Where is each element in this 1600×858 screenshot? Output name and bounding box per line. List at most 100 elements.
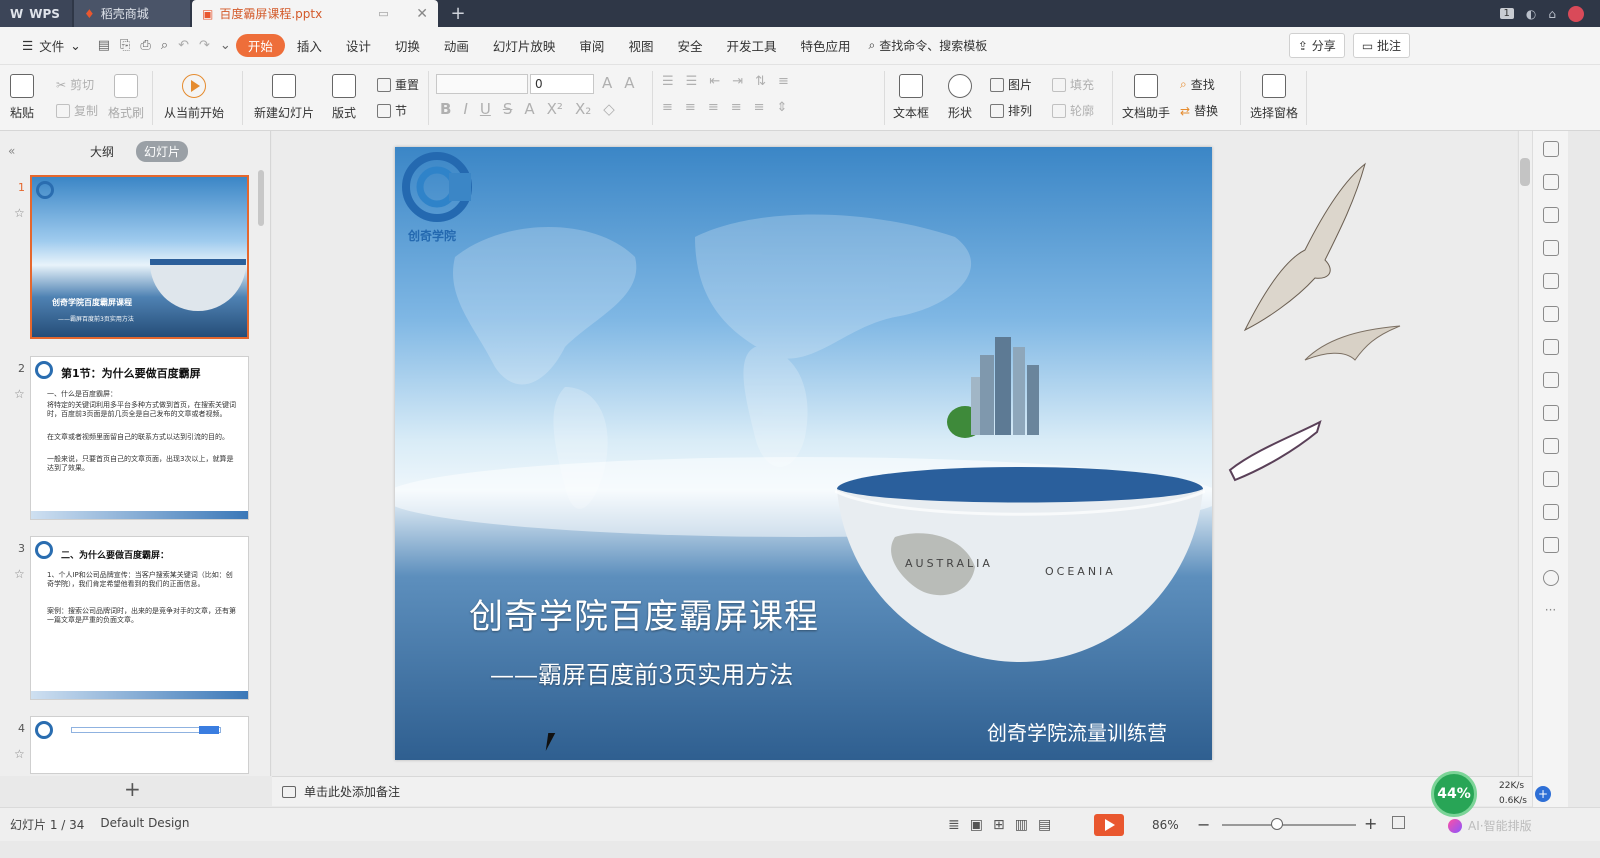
share-out-icon[interactable]	[1542, 372, 1559, 388]
slide-subtitle[interactable]: ——霸屏百度前3页实用方法	[490, 655, 793, 690]
audio-icon[interactable]	[1542, 471, 1559, 487]
justify-icon[interactable]: ≡	[731, 100, 742, 115]
print-icon[interactable]: ⎙	[135, 38, 155, 53]
grid-icon[interactable]	[1542, 273, 1559, 289]
save-icon[interactable]: ▤	[93, 38, 115, 53]
grow-font-icon[interactable]: A	[602, 74, 612, 92]
tab-security[interactable]: 安全	[665, 36, 714, 55]
slide-thumbnail-1[interactable]: 创奇学院百度霸屏课程 ——霸屏百度前3页实用方法	[30, 175, 249, 339]
tab-insert[interactable]: 插入	[285, 36, 334, 55]
star-icon[interactable]: ☆	[14, 387, 25, 401]
avatar[interactable]	[1568, 5, 1584, 22]
font-family-select[interactable]	[436, 74, 528, 94]
help-icon[interactable]	[1542, 570, 1559, 586]
tab-developer[interactable]: 开发工具	[714, 36, 788, 55]
slide-footer-text[interactable]: 创奇学院流量训练营	[987, 717, 1167, 746]
tab-wps-home[interactable]: W WPS	[0, 0, 72, 27]
notes-view-icon[interactable]: ≣	[948, 817, 960, 833]
arrange-button[interactable]: 排列	[990, 102, 1032, 119]
section-button[interactable]: 节	[377, 102, 407, 119]
notes-bar[interactable]: 单击此处添加备注	[272, 776, 1532, 806]
bullet-list-icon[interactable]: ☰	[662, 74, 674, 89]
seagulls-ship-image[interactable]	[1225, 150, 1425, 490]
star-icon[interactable]: ☆	[14, 206, 25, 220]
tab-document[interactable]: ▣ 百度霸屏课程.pptx ▭ ✕	[192, 0, 438, 27]
cut-button[interactable]: ✂ 剪切	[56, 76, 94, 93]
align-right-icon[interactable]: ≡	[708, 100, 719, 115]
reset-button[interactable]: 重置	[377, 76, 419, 93]
presenter-view-icon[interactable]: ▤	[1038, 817, 1051, 833]
italic-icon[interactable]: I	[463, 100, 467, 118]
slide-title[interactable]: 创奇学院百度霸屏课程	[469, 589, 819, 638]
underline-icon[interactable]: U	[480, 100, 491, 118]
copy-button[interactable]: 复制	[56, 102, 98, 119]
settings-icon[interactable]	[1542, 306, 1559, 322]
tab-home[interactable]: 开始	[235, 34, 285, 57]
tab-features[interactable]: 特色应用	[788, 36, 862, 55]
slide-thumbnail-2[interactable]: 第1节：为什么要做百度霸屏 一、什么是百度霸屏： 将特定的关键词利用多平台多种方…	[30, 356, 249, 520]
textbox-button[interactable]: 文本框	[893, 74, 929, 121]
template-icon[interactable]	[1542, 339, 1559, 355]
current-slide[interactable]: 创奇学院 AUSTRALIA OCEANIA 创奇学院百度霸屏课程 ——霸屏百度…	[395, 147, 1212, 760]
thumbnail-scrollbar[interactable]	[258, 170, 264, 226]
align-left-icon[interactable]: ≡	[662, 100, 673, 115]
customize-icon[interactable]: ⌄	[215, 38, 236, 53]
decrease-indent-icon[interactable]: ⇤	[709, 74, 720, 89]
boost-icon[interactable]: +	[1535, 786, 1551, 802]
superscript-icon[interactable]: X²	[547, 100, 563, 118]
pin-icon[interactable]: ▭	[378, 7, 388, 20]
export-icon[interactable]: ⎘	[115, 38, 135, 53]
cloud-icon[interactable]: ⌂	[1548, 7, 1556, 21]
canvas-vertical-scrollbar[interactable]	[1518, 131, 1532, 776]
increase-indent-icon[interactable]: ⇥	[732, 74, 743, 89]
zoom-level[interactable]: 86%	[1152, 818, 1179, 832]
subscript-icon[interactable]: X₂	[575, 100, 591, 118]
tab-animations[interactable]: 动画	[432, 36, 481, 55]
outline-button[interactable]: 轮廓	[1052, 102, 1094, 119]
command-search[interactable]: ⌕ 查找命令、搜索模板	[869, 37, 988, 54]
share-button[interactable]: ⇪ 分享	[1288, 33, 1345, 58]
zoom-in-button[interactable]: +	[1364, 814, 1377, 833]
canvas-scroll-thumb[interactable]	[1520, 158, 1530, 186]
line-spacing-icon[interactable]: ≡	[778, 74, 789, 89]
font-color-icon[interactable]: A	[524, 100, 534, 118]
slide-thumbnail-3[interactable]: 二、为什么要做百度霸屏： 1、个人IP和公司品牌宣传：当客户搜索某关键词（比如：…	[30, 536, 249, 700]
slide-thumbnail-4[interactable]	[30, 716, 249, 774]
fill-button[interactable]: 填充	[1052, 76, 1094, 93]
format-painter-button[interactable]: 格式刷	[108, 74, 144, 121]
skin-icon[interactable]: ◐	[1526, 7, 1536, 21]
font-size-input[interactable]: 0	[530, 74, 594, 94]
tab-design[interactable]: 设计	[334, 36, 383, 55]
paste-button[interactable]: 粘贴	[10, 74, 34, 121]
animation-icon[interactable]	[1542, 504, 1559, 520]
bold-icon[interactable]: B	[440, 100, 451, 118]
find-button[interactable]: ⌕ 查找	[1180, 76, 1215, 93]
strikethrough-icon[interactable]: S	[503, 100, 513, 118]
replace-button[interactable]: ⇄ 替换	[1180, 102, 1218, 119]
collapse-panel-icon[interactable]: «	[8, 144, 15, 158]
more-icon[interactable]: ···	[1545, 603, 1556, 617]
outline-tab[interactable]: 大纲	[82, 141, 122, 162]
new-tab-button[interactable]: +	[438, 0, 478, 27]
style-icon[interactable]	[1542, 174, 1559, 190]
add-slide-button[interactable]: +	[124, 777, 141, 801]
doc-assistant-button[interactable]: 文档助手	[1122, 74, 1170, 121]
theme-name[interactable]: Default Design	[100, 816, 189, 833]
normal-view-icon[interactable]: ▣	[970, 817, 983, 833]
fit-window-icon[interactable]	[1392, 816, 1405, 829]
close-tab-icon[interactable]: ✕	[416, 6, 428, 22]
distribute-icon[interactable]: ≡	[754, 100, 765, 115]
redo-icon[interactable]: ↷	[194, 38, 215, 53]
tab-slideshow[interactable]: 幻灯片放映	[481, 36, 568, 55]
print-preview-icon[interactable]: ⌕	[156, 38, 173, 53]
play-from-current-button[interactable]: 从当前开始	[164, 74, 224, 121]
backup-icon[interactable]	[1542, 405, 1559, 421]
new-slide-button[interactable]: 新建幻灯片	[254, 74, 314, 121]
tab-transitions[interactable]: 切换	[383, 36, 432, 55]
align-center-icon[interactable]: ≡	[685, 100, 696, 115]
layout-button[interactable]: 版式	[332, 74, 356, 121]
slides-tab[interactable]: 幻灯片	[136, 140, 189, 162]
history-icon[interactable]	[1542, 537, 1559, 553]
shape-button[interactable]: 形状	[948, 74, 972, 121]
undo-icon[interactable]: ↶	[173, 38, 194, 53]
